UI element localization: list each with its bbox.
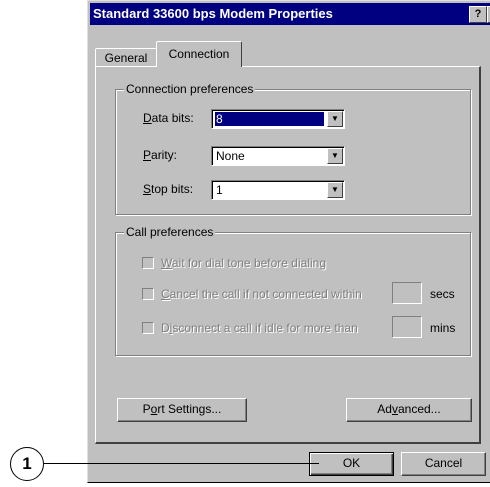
callout-number-badge: 1 bbox=[10, 447, 44, 481]
data-bits-select[interactable]: 8 ▼ bbox=[211, 109, 345, 129]
chevron-down-icon[interactable]: ▼ bbox=[327, 148, 343, 164]
disconnect-idle-label: Disconnect a call if idle for more than bbox=[161, 321, 358, 335]
stop-bits-value: 1 bbox=[216, 183, 223, 197]
modem-properties-dialog: Standard 33600 bps Modem Properties ? × … bbox=[87, 0, 490, 483]
cancel-call-secs-input[interactable] bbox=[392, 282, 422, 304]
tab-panel-connection: Connection preferences Data bits: 8 ▼ Pa… bbox=[95, 66, 481, 444]
cancel-button[interactable]: Cancel bbox=[401, 452, 486, 476]
disconnect-idle-mins-input[interactable] bbox=[392, 316, 422, 338]
call-preferences-title: Call preferences bbox=[124, 225, 216, 239]
data-bits-value: 8 bbox=[215, 112, 324, 126]
port-settings-button[interactable]: Port Settings... bbox=[117, 398, 247, 422]
wait-dial-tone-checkbox[interactable] bbox=[142, 257, 154, 269]
cancel-call-checkbox[interactable] bbox=[142, 288, 154, 300]
chevron-down-icon[interactable]: ▼ bbox=[327, 182, 343, 198]
window-title: Standard 33600 bps Modem Properties bbox=[93, 6, 333, 21]
call-preferences-group: Call preferences Wait for dial tone befo… bbox=[115, 225, 471, 356]
stop-bits-select[interactable]: 1 ▼ bbox=[211, 180, 345, 200]
parity-label: Parity: bbox=[143, 148, 178, 162]
help-icon[interactable]: ? bbox=[469, 6, 487, 23]
connection-preferences-group: Connection preferences Data bits: 8 ▼ Pa… bbox=[115, 82, 471, 215]
tab-connection-label: Connection bbox=[168, 47, 230, 61]
wait-dial-tone-label: Wait for dial tone before dialing bbox=[161, 256, 326, 270]
tab-general-label: General bbox=[104, 51, 148, 65]
chevron-down-icon[interactable]: ▼ bbox=[327, 111, 343, 127]
ok-button[interactable]: OK bbox=[309, 452, 394, 476]
tab-connection[interactable]: Connection bbox=[156, 41, 242, 67]
secs-unit-label: secs bbox=[430, 287, 455, 301]
parity-select[interactable]: None ▼ bbox=[211, 146, 345, 166]
disconnect-idle-checkbox[interactable] bbox=[142, 322, 154, 334]
mins-unit-label: mins bbox=[430, 321, 456, 335]
callout-leader-line bbox=[44, 463, 319, 464]
data-bits-label: Data bits: bbox=[143, 111, 194, 125]
parity-value: None bbox=[216, 149, 245, 163]
title-bar: Standard 33600 bps Modem Properties ? × bbox=[90, 3, 490, 25]
connection-preferences-title: Connection preferences bbox=[124, 82, 256, 96]
tab-general[interactable]: General bbox=[95, 48, 157, 67]
stop-bits-label: Stop bits: bbox=[143, 182, 194, 196]
advanced-button[interactable]: Advanced... bbox=[346, 398, 472, 422]
cancel-call-label: Cancel the call if not connected within bbox=[161, 287, 362, 301]
